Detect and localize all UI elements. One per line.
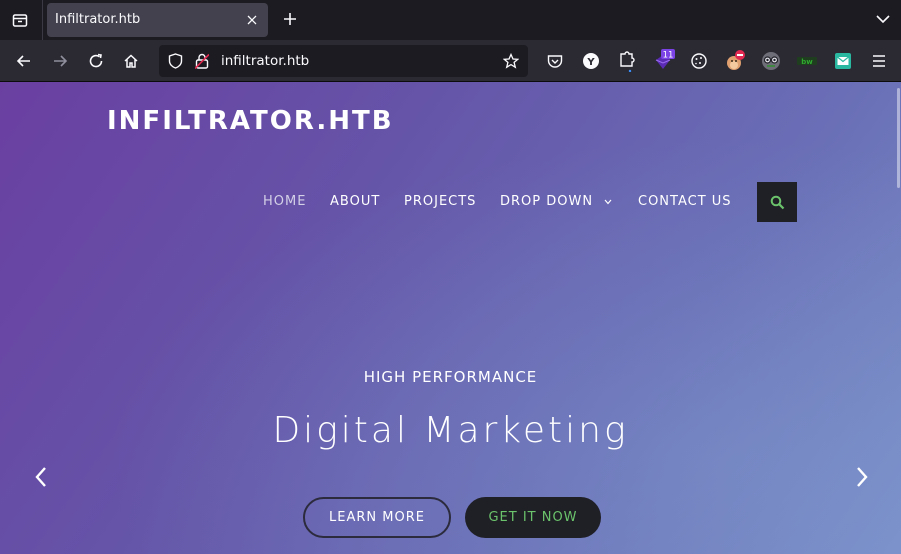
nav-home-link[interactable]: HOME	[263, 194, 306, 209]
spy-glasses-icon	[762, 52, 780, 70]
green-extension-icon: bw	[797, 57, 817, 66]
forward-button[interactable]	[45, 46, 75, 76]
bw-extension-button[interactable]: bw	[795, 49, 819, 73]
url-text[interactable]: infiltrator.htb	[221, 53, 309, 69]
nav-about-link[interactable]: ABOUT	[330, 194, 380, 209]
chevron-down-icon	[876, 15, 890, 24]
back-arrow-icon	[16, 55, 30, 67]
address-bar[interactable]: infiltrator.htb	[159, 45, 528, 77]
firefox-view-icon	[12, 14, 28, 27]
nav-dropdown-label: DROP DOWN	[500, 194, 594, 209]
cookie-extension-button[interactable]	[687, 49, 711, 73]
mail-extension-icon	[835, 53, 851, 69]
chevron-right-icon	[857, 467, 868, 487]
bookmark-star-button[interactable]	[502, 52, 520, 70]
site-search-button[interactable]	[757, 182, 797, 222]
tab-title: Infiltrator.htb	[55, 12, 141, 27]
tab-separator	[42, 0, 43, 40]
pocket-button[interactable]	[543, 49, 567, 73]
reload-icon	[89, 53, 103, 68]
insecure-lock-icon	[195, 53, 209, 69]
hero-subtitle: HIGH PERFORMANCE	[363, 368, 538, 386]
nav-dropdown-link[interactable]: DROP DOWN	[500, 194, 612, 209]
cookie-icon	[691, 53, 707, 69]
search-icon	[770, 195, 784, 209]
scrollbar-thumb[interactable]	[897, 88, 900, 188]
get-it-now-button[interactable]: GET IT NOW	[465, 497, 601, 538]
firefox-view-button[interactable]	[6, 6, 34, 34]
badge-extension-button[interactable]: 11	[651, 49, 675, 73]
new-tab-button[interactable]	[276, 5, 304, 33]
yandex-icon: Y	[583, 53, 599, 69]
svg-text:bw: bw	[801, 58, 813, 66]
home-button[interactable]	[116, 46, 146, 76]
carousel-next-button[interactable]	[847, 462, 877, 492]
close-icon	[247, 15, 257, 25]
mascot-extension-button[interactable]	[723, 49, 747, 73]
web-page: INFILTRATOR.HTB HOME ABOUT PROJECTS DROP…	[0, 82, 901, 554]
home-icon	[124, 54, 138, 68]
carousel-prev-button[interactable]	[26, 462, 56, 492]
svg-text:Y: Y	[586, 57, 595, 68]
mascot-extension-icon	[727, 50, 745, 70]
tracking-protection-button[interactable]	[166, 52, 184, 70]
pocket-icon	[547, 54, 563, 68]
badge-extension-icon: 11	[655, 49, 675, 69]
shield-icon	[168, 53, 182, 69]
svg-text:11: 11	[663, 51, 674, 61]
navigation-toolbar: infiltrator.htb Y 11 bw	[0, 40, 901, 82]
list-all-tabs-button[interactable]	[869, 5, 897, 33]
reload-button[interactable]	[81, 46, 111, 76]
star-icon	[503, 53, 519, 69]
nav-projects-link[interactable]: PROJECTS	[404, 194, 476, 209]
chevron-down-icon	[604, 199, 612, 204]
site-logo[interactable]: INFILTRATOR.HTB	[107, 106, 394, 136]
tab-close-button[interactable]	[242, 10, 262, 30]
site-security-button[interactable]	[193, 52, 211, 70]
learn-more-button[interactable]: LEARN MORE	[303, 497, 451, 538]
plus-icon	[284, 13, 296, 25]
active-tab[interactable]: Infiltrator.htb	[47, 3, 268, 37]
tab-bar: Infiltrator.htb	[0, 0, 901, 40]
chevron-left-icon	[35, 467, 46, 487]
extensions-button[interactable]	[615, 49, 639, 73]
yandex-extension-button[interactable]: Y	[579, 49, 603, 73]
hamburger-menu-icon	[873, 55, 885, 67]
nav-contact-link[interactable]: CONTACT US	[638, 194, 732, 209]
extensions-icon	[620, 51, 635, 72]
page-scrollbar[interactable]	[896, 82, 901, 554]
mail-extension-button[interactable]	[831, 49, 855, 73]
forward-arrow-icon	[54, 55, 68, 67]
spy-extension-button[interactable]	[759, 49, 783, 73]
app-menu-button[interactable]	[867, 49, 891, 73]
hero-title: Digital Marketing	[272, 410, 629, 451]
back-button[interactable]	[9, 46, 39, 76]
